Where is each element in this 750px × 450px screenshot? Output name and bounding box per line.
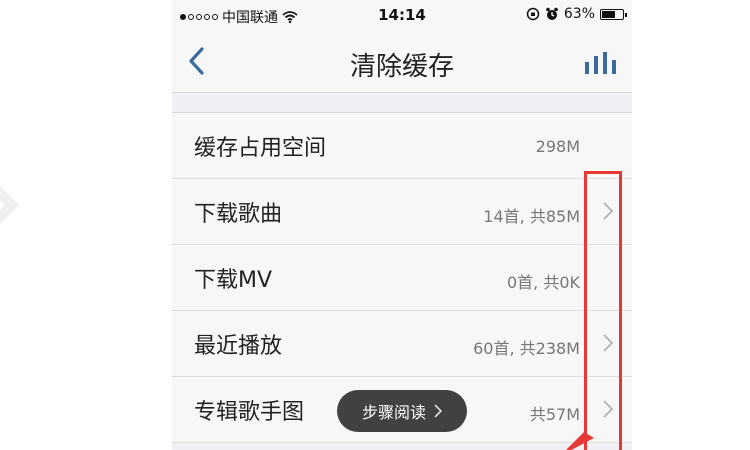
row-label: 专辑歌手图 [194,400,305,425]
status-bar: 中国联通 14:14 63% [172,0,632,30]
background-watermark-mark [0,185,20,225]
list-item-cache-usage: 缓存占用空间 298M [172,113,632,179]
list-item-downloaded-mv[interactable]: 下载MV 0首, 共0K [172,245,632,311]
navigation-bar: 清除缓存 [172,30,632,93]
list-item-downloaded-songs[interactable]: 下载歌曲 14首, 共85M [172,179,632,245]
equalizer-bars-icon[interactable] [582,52,620,74]
row-value: 60首, 共238M [473,339,580,358]
row-value: 14首, 共85M [483,207,580,226]
step-reading-button[interactable]: 步骤阅读 [337,390,467,432]
phone-screen: 中国联通 14:14 63% 清除缓存 缓存占用空间 298M 下载歌曲 14首… [172,0,632,450]
list-item-recently-played[interactable]: 最近播放 60首, 共238M [172,311,632,377]
row-label: 下载歌曲 [194,202,283,227]
status-right-group: 63% [526,6,627,22]
annotation-highlight-box [584,171,622,450]
step-reading-label: 步骤阅读 [361,403,426,422]
row-value: 298M [535,137,580,156]
row-value: 共57M [529,405,580,424]
row-label: 缓存占用空间 [194,136,327,161]
alarm-icon [546,7,558,20]
row-label: 最近播放 [194,334,283,359]
battery-percent: 63% [563,6,595,22]
rotation-lock-icon [526,7,540,21]
battery-icon [600,8,627,20]
row-value: 0首, 共0K [506,273,580,292]
row-label: 下载MV [194,268,273,293]
page-title: 清除缓存 [349,52,454,82]
annotation-arrow-icon [566,432,594,450]
chevron-right-icon [434,404,442,418]
